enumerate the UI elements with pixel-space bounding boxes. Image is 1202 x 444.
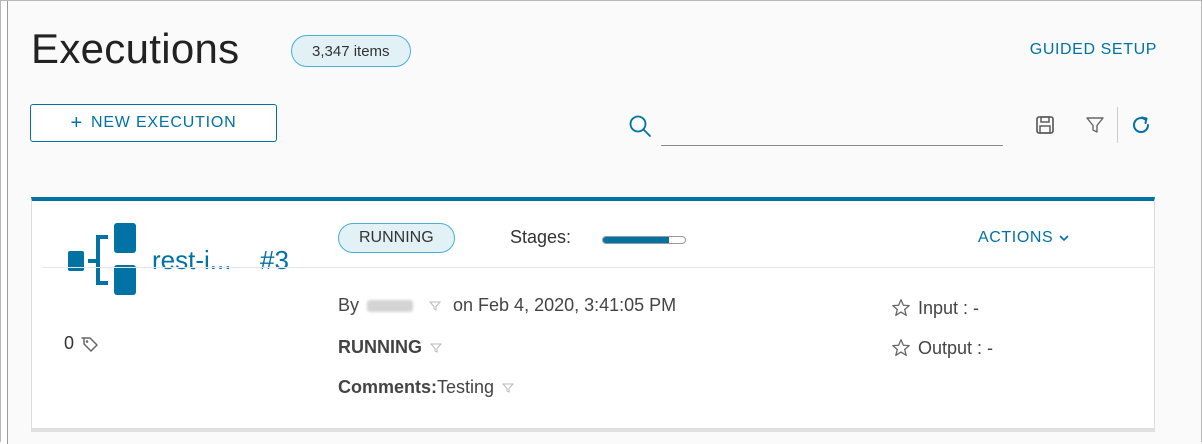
output-line[interactable]: Output : - [890,337,993,359]
star-icon [892,299,910,316]
run-number: #3 [260,245,289,275]
tag-count[interactable]: 0 [64,333,100,354]
user-name-redacted [367,299,414,312]
search-icon[interactable] [627,113,653,139]
output-value: Output : - [918,337,994,358]
pipeline-name-link[interactable]: rest-i... [152,245,231,276]
input-value: Input : - [918,297,980,318]
stages-progress-bar[interactable] [602,236,686,244]
star-icon [892,339,910,356]
item-count-badge: 3,347 items [291,35,411,67]
left-edge [1,1,8,444]
save-icon[interactable] [1033,113,1057,137]
start-time: on Feb 4, 2020, 3:41:05 PM [453,295,677,315]
tag-icon [81,336,98,352]
stages-label: Stages: [510,227,572,247]
chevron-down-icon [1059,235,1069,242]
new-execution-label: NEW EXECUTION [90,114,237,131]
status-badge: RUNNING [338,223,455,253]
status-line: RUNNING [338,337,454,358]
input-line[interactable]: Input : - [890,297,979,319]
page-title: Executions [31,25,240,72]
search-input[interactable] [661,109,1003,146]
actions-label: ACTIONS [978,229,1054,246]
divider [42,267,310,268]
divider [310,267,1154,268]
filter-icon[interactable] [430,342,442,354]
pipeline-icon [68,223,136,295]
comments-label: Comments: [338,377,438,397]
execution-card: rest-i... #3 0 RUNNING Stages: ACTIONS B… [31,197,1155,429]
by-label: By [338,295,360,315]
guided-setup-link[interactable]: GUIDED SETUP [1030,41,1157,59]
new-execution-button[interactable]: + NEW EXECUTION [30,104,277,142]
comments-value: Testing [437,377,495,397]
actions-dropdown[interactable]: ACTIONS [978,229,1070,247]
filter-icon[interactable] [429,300,442,312]
executions-page: Executions 3,347 items GUIDED SETUP + NE… [0,0,1202,444]
filter-icon[interactable] [502,382,515,394]
toolbar-separator [1117,107,1118,143]
status-value: RUNNING [338,337,422,357]
stages-progress-fill [603,237,669,243]
filter-icon[interactable] [1083,113,1107,137]
executed-by-line: By on Feb 4, 2020, 3:41:05 PM [338,295,676,316]
plus-icon: + [70,112,83,134]
comments-line: Comments: Testing [338,377,526,398]
refresh-icon[interactable] [1129,113,1153,137]
tag-count-value: 0 [64,333,75,353]
